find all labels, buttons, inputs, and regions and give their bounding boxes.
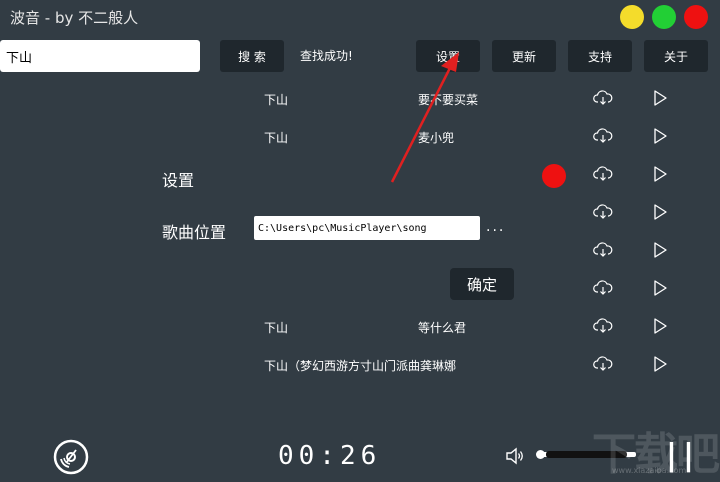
- volume-icon[interactable]: [505, 447, 525, 465]
- volume-knob[interactable]: [536, 450, 545, 459]
- annotation-arrow: [390, 52, 459, 183]
- disc-icon[interactable]: [52, 438, 90, 476]
- watermark-url: www.xiazaiba.com: [612, 466, 687, 475]
- playback-time: 00:26: [278, 441, 382, 471]
